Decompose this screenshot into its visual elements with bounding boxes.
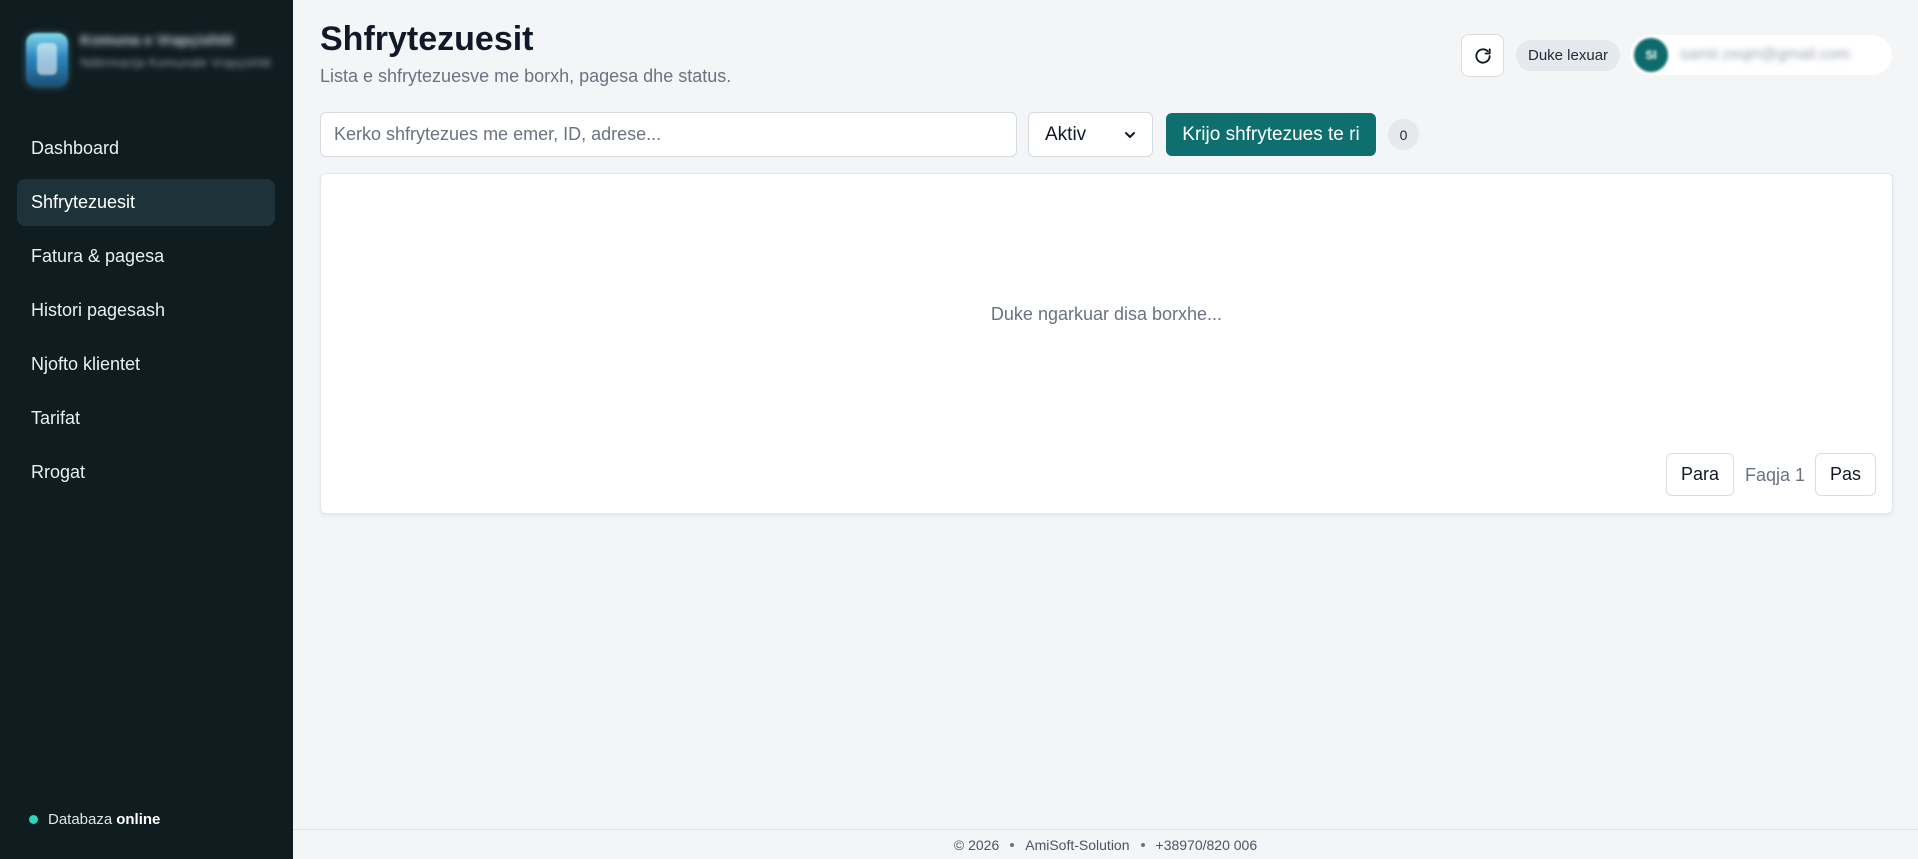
brand-title: Komuna e Vrapçishtit bbox=[80, 32, 234, 49]
footer-copyright: © 2026 bbox=[953, 836, 1000, 853]
database-status-value: online bbox=[116, 811, 161, 828]
page-subtitle: Lista e shfrytezuesve me borxh, pagesa d… bbox=[320, 66, 732, 86]
sidebar-item-rrogat[interactable]: Rrogat bbox=[17, 449, 275, 496]
search-input[interactable] bbox=[320, 112, 1017, 157]
footer: © 2026 AmiSoft-Solution +38970/820 006 bbox=[293, 829, 1918, 859]
users-table-card: Duke ngarkuar disa borxhe... Para Faqja … bbox=[320, 173, 1893, 514]
sidebar-item-tarifat[interactable]: Tarifat bbox=[17, 395, 275, 442]
user-menu[interactable]: SI samir.zeqiri@gmail.com bbox=[1630, 35, 1892, 75]
chevron-down-icon bbox=[1125, 131, 1135, 138]
database-status-label: Databaza bbox=[48, 811, 113, 828]
status-filter-value: Aktiv bbox=[1045, 123, 1087, 145]
user-email: samir.zeqiri@gmail.com bbox=[1680, 46, 1851, 63]
count-badge: 0 bbox=[1388, 119, 1419, 150]
create-user-button[interactable]: Krijo shfrytezues te ri bbox=[1166, 113, 1376, 156]
footer-company: AmiSoft-Solution bbox=[1025, 836, 1130, 853]
sidebar-item-shfrytezuesit[interactable]: Shfrytezuesit bbox=[17, 179, 275, 226]
avatar: SI bbox=[1634, 38, 1668, 72]
status-badge: Duke lexuar bbox=[1516, 40, 1621, 71]
brand-logo-icon bbox=[26, 33, 68, 87]
status-dot-icon bbox=[29, 815, 38, 824]
footer-separator bbox=[1140, 842, 1145, 847]
footer-separator bbox=[1010, 842, 1015, 847]
sidebar-item-fatura-pagesa[interactable]: Fatura & pagesa bbox=[17, 233, 275, 280]
loading-message: Duke ngarkuar disa borxhe... bbox=[990, 304, 1223, 324]
next-page-button[interactable]: Pas bbox=[1815, 453, 1876, 496]
sidebar-nav: Dashboard Shfrytezuesit Fatura & pagesa … bbox=[17, 125, 275, 503]
refresh-button[interactable] bbox=[1461, 34, 1504, 77]
page-title: Shfrytezuesit bbox=[320, 20, 534, 58]
status-filter-select[interactable]: Aktiv bbox=[1028, 112, 1153, 157]
footer-phone: +38970/820 006 bbox=[1155, 836, 1258, 853]
sidebar-item-njofto-klientet[interactable]: Njofto klientet bbox=[17, 341, 275, 388]
brand-subtitle: Ndërmarrja Komunale Vrapçishtit bbox=[80, 55, 271, 70]
sidebar-item-dashboard[interactable]: Dashboard bbox=[17, 125, 275, 172]
database-status: Databaza online bbox=[29, 811, 160, 828]
sidebar: Komuna e Vrapçishtit Ndërmarrja Komunale… bbox=[0, 0, 293, 859]
page-indicator: Faqja 1 bbox=[1745, 465, 1806, 485]
refresh-icon bbox=[1474, 47, 1491, 64]
prev-page-button[interactable]: Para bbox=[1666, 453, 1734, 496]
brand[interactable]: Komuna e Vrapçishtit Ndërmarrja Komunale… bbox=[26, 30, 286, 94]
sidebar-item-histori-pagesash[interactable]: Histori pagesash bbox=[17, 287, 275, 334]
